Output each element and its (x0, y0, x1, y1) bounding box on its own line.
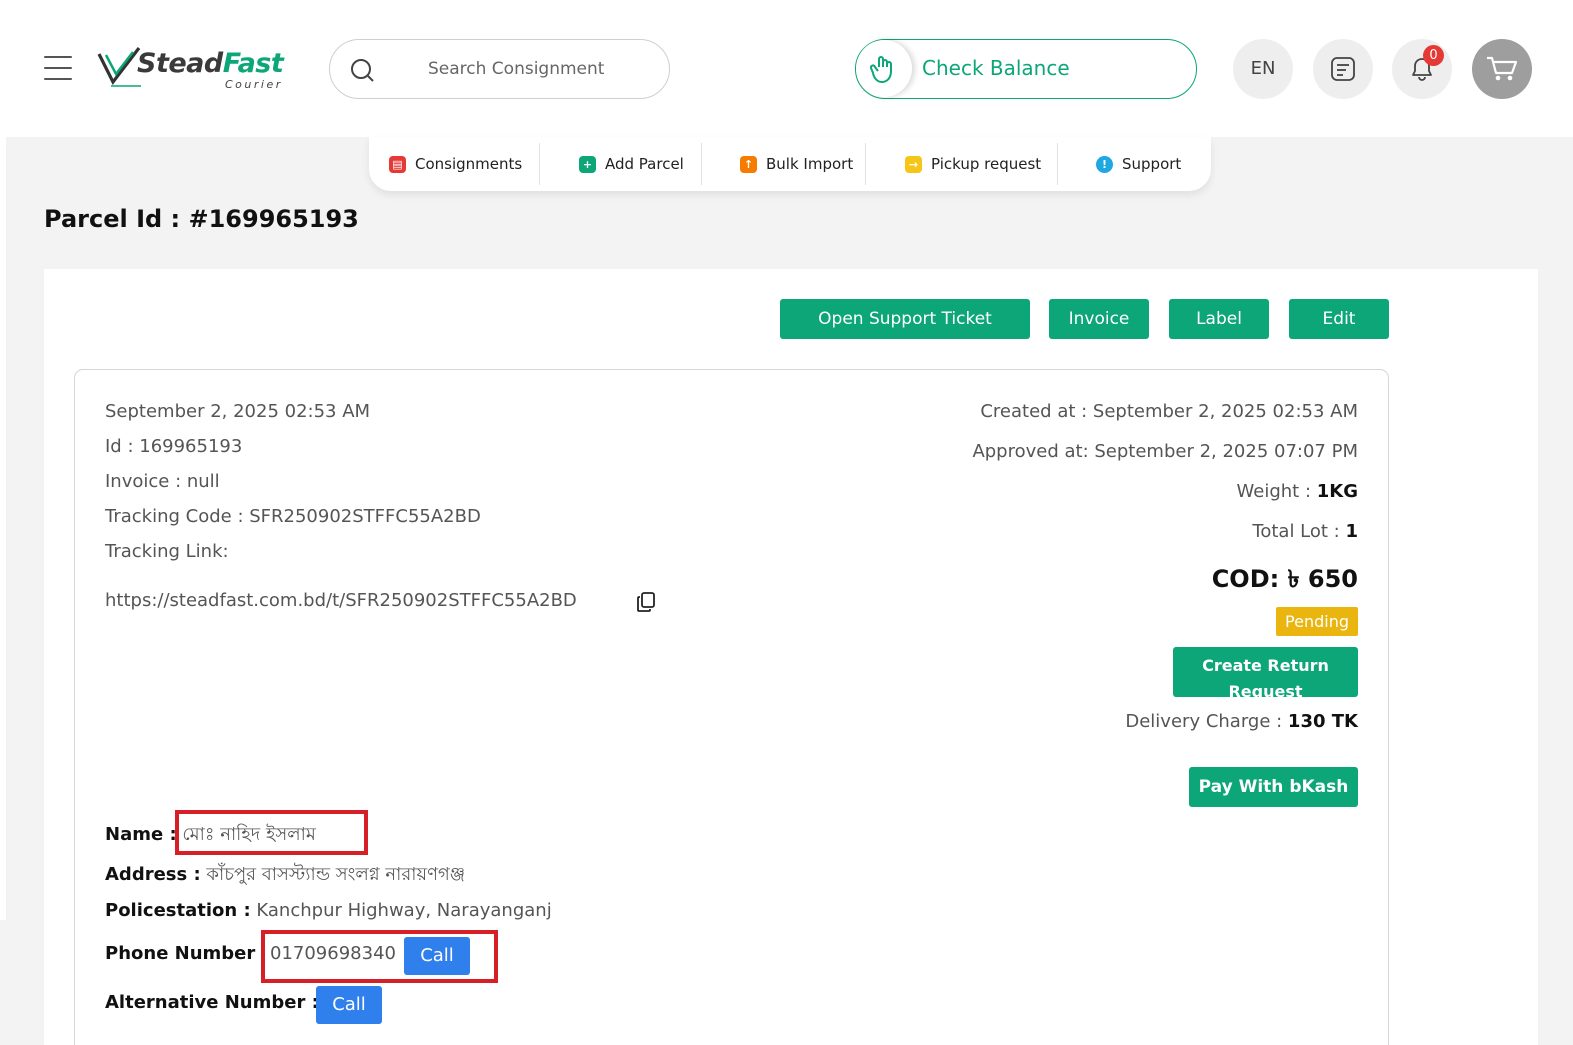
page-title: Parcel Id : #169965193 (44, 205, 359, 233)
steadfast-logo[interactable]: SteadFast Courier (97, 46, 297, 92)
notifications-button[interactable]: 0 (1392, 39, 1452, 99)
policestation-label: Policestation : (105, 900, 251, 921)
nav-divider (701, 143, 702, 185)
copy-icon[interactable] (636, 591, 656, 613)
check-balance-label: Check Balance (922, 56, 1070, 80)
search-box (329, 39, 670, 99)
total-lot: Total Lot : 1 (1252, 521, 1358, 542)
nav-divider (539, 143, 540, 185)
plus-icon: + (579, 155, 596, 173)
logo-check-icon (97, 47, 141, 87)
weight-label: Weight : (1236, 481, 1317, 502)
alternative-number-label: Alternative Number : (105, 992, 319, 1013)
status-badge: Pending (1276, 607, 1358, 636)
edit-button[interactable]: Edit (1289, 299, 1389, 339)
nav-bulk-import-label: Bulk Import (766, 155, 854, 173)
top-header: SteadFast Courier Check Balance EN (6, 0, 1573, 137)
nav-pickup-request-label: Pickup request (931, 155, 1042, 173)
address-label: Address : (105, 864, 201, 885)
open-support-ticket-button[interactable]: Open Support Ticket (780, 299, 1030, 339)
consignment-icon: ▤ (389, 155, 406, 173)
logo-subtitle: Courier (225, 78, 283, 91)
logo-wordmark: SteadFast (137, 48, 284, 79)
upload-icon: ↑ (740, 155, 757, 173)
phone-number-row: Phone Number (105, 943, 255, 964)
parcel-invoice: Invoice : null (105, 471, 220, 492)
nav-add-parcel-label: Add Parcel (605, 155, 684, 173)
delivery-charge: Delivery Charge : 130 TK (1125, 711, 1358, 732)
language-label: EN (1250, 58, 1276, 79)
label-button[interactable]: Label (1169, 299, 1269, 339)
name-label: Name : (105, 824, 177, 845)
nav-consignments[interactable]: ▤ Consignments (389, 137, 522, 191)
info-icon: ! (1096, 155, 1113, 173)
notification-count-badge: 0 (1423, 45, 1444, 66)
parcel-date: September 2, 2025 02:53 AM (105, 401, 371, 422)
check-balance-button[interactable]: Check Balance (855, 39, 1197, 99)
nav-support-label: Support (1122, 155, 1182, 173)
parcel-id: Id : 169965193 (105, 436, 243, 457)
pay-with-bkash-button[interactable]: Pay With bKash (1189, 767, 1358, 807)
sub-navigation: ▤ Consignments + Add Parcel ↑ Bulk Impor… (369, 137, 1211, 191)
customer-address-row: Address : কাঁচপুর বাসস্ট্যান্ড সংলগ্ন না… (105, 860, 465, 891)
tracking-code: Tracking Code : SFR250902STFFC55A2BD (105, 506, 481, 527)
cart-button[interactable] (1472, 39, 1532, 99)
nav-divider (1057, 143, 1058, 185)
call-alternative-button[interactable]: Call (316, 986, 382, 1024)
nav-add-parcel[interactable]: + Add Parcel (579, 137, 684, 191)
policestation-row: Policestation : Kanchpur Highway, Naraya… (105, 900, 552, 921)
search-input[interactable] (428, 56, 658, 82)
weight-value: 1KG (1316, 481, 1358, 502)
total-lot-value: 1 (1345, 521, 1358, 542)
cart-icon (1487, 56, 1518, 81)
pickup-icon: → (905, 155, 922, 173)
delivery-charge-label: Delivery Charge : (1125, 711, 1288, 732)
total-lot-label: Total Lot : (1252, 521, 1346, 542)
tracking-link-label: Tracking Link: (105, 541, 229, 562)
parcel-details-card: September 2, 2025 02:53 AM Id : 16996519… (74, 369, 1389, 1045)
page-edge (0, 0, 6, 920)
invoice-button[interactable]: Invoice (1049, 299, 1149, 339)
approved-at: Approved at: September 2, 2025 07:07 PM (972, 441, 1358, 462)
nav-bulk-import[interactable]: ↑ Bulk Import (740, 137, 853, 191)
nav-consignments-label: Consignments (415, 155, 523, 173)
create-return-request-button[interactable]: Create Return Request (1173, 647, 1358, 697)
nav-divider (865, 143, 866, 185)
created-at: Created at : September 2, 2025 02:53 AM (980, 401, 1358, 422)
cod-amount: COD: ৳ 650 (1211, 565, 1358, 593)
search-icon[interactable] (350, 57, 376, 83)
nav-support[interactable]: ! Support (1096, 137, 1181, 191)
tracking-link[interactable]: https://steadfast.com.bd/t/SFR250902STFF… (105, 590, 577, 611)
messages-button[interactable] (1313, 39, 1373, 99)
phone-highlight-box (261, 930, 498, 983)
name-highlight-box (175, 810, 368, 855)
nav-pickup-request[interactable]: → Pickup request (905, 137, 1041, 191)
phone-label: Phone Number (105, 943, 256, 964)
hand-tap-icon (856, 40, 912, 97)
menu-icon[interactable] (44, 56, 72, 82)
alternative-number-row: Alternative Number : (105, 992, 319, 1013)
customer-address: কাঁচপুর বাসস্ট্যান্ড সংলগ্ন নারায়ণগঞ্জ (206, 864, 466, 885)
policestation-value: Kanchpur Highway, Narayanganj (256, 900, 552, 921)
parcel-panel: Open Support Ticket Invoice Label Edit S… (44, 269, 1538, 1045)
language-button[interactable]: EN (1233, 39, 1293, 99)
weight: Weight : 1KG (1237, 481, 1358, 502)
message-icon (1331, 57, 1355, 81)
delivery-charge-value: 130 TK (1287, 711, 1358, 732)
